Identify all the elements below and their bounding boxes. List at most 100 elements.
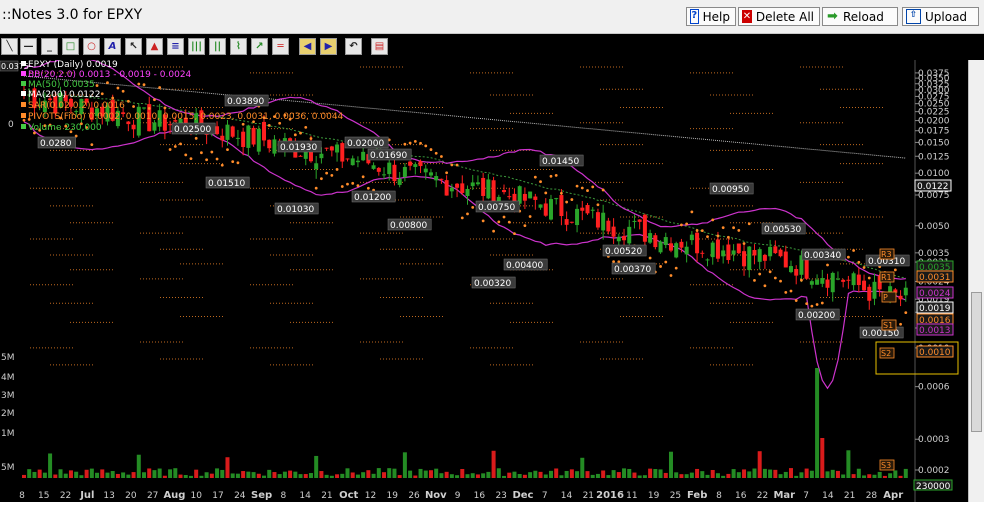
volume-bar <box>298 474 303 478</box>
circle-tool-icon[interactable]: ○ <box>83 38 100 55</box>
candle-body <box>335 144 340 153</box>
vertical-scrollbar[interactable] <box>968 60 984 502</box>
bars-tool-2-icon[interactable]: || <box>209 38 226 55</box>
pivot-label: S3 <box>881 461 891 470</box>
sar-dot <box>753 278 756 282</box>
sar-dot <box>22 118 26 122</box>
candle-body <box>220 135 225 141</box>
sar-dot <box>549 174 553 178</box>
volume-bar <box>846 450 851 478</box>
volume-bar <box>689 472 694 478</box>
sar-dot <box>267 124 271 127</box>
scrollbar-thumb[interactable] <box>971 292 982 432</box>
reload-button[interactable]: ➡ Reload <box>822 7 898 26</box>
up-arrow-tool-icon[interactable]: ▲ <box>146 38 163 55</box>
sar-dot <box>226 148 229 151</box>
undo-tool-icon[interactable]: ↶ <box>345 38 362 55</box>
x-tick-label: 8 <box>19 491 25 501</box>
sar-dot <box>492 229 495 233</box>
x-tick-label: 21 <box>583 491 594 501</box>
sar-dot <box>440 155 443 158</box>
candle-body <box>246 125 251 148</box>
sar-dot <box>100 92 104 96</box>
sar-dot <box>116 86 120 90</box>
candle-body <box>465 188 470 197</box>
sar-dot <box>340 185 344 188</box>
x-tick-label: 24 <box>234 491 246 501</box>
title-bar: ::Notes 3.0 for EPXY ? Help ✕ Delete All ➡… <box>0 0 984 34</box>
x-tick-label: Jul <box>79 490 94 501</box>
menu-tool-icon[interactable]: ▤ <box>371 38 388 55</box>
candle-body <box>428 172 433 176</box>
sar-dot <box>554 173 558 177</box>
x-tick-label: Feb <box>687 490 707 501</box>
sar-dot <box>580 186 584 190</box>
annotation-label: 0.00750 <box>478 203 515 213</box>
volume-bar <box>428 470 433 478</box>
volume-bar <box>757 451 762 478</box>
volume-bar <box>308 473 313 478</box>
volume-bar <box>319 471 324 478</box>
annotation-label: 0.00400 <box>506 261 543 271</box>
volume-bar <box>475 474 480 478</box>
candle-body <box>794 269 799 276</box>
x-tick-label: 13 <box>103 491 114 501</box>
level-tool-icon[interactable]: ↗ <box>251 38 268 55</box>
sar-dot <box>471 205 475 209</box>
sar-dot <box>763 284 767 288</box>
volume-bar <box>95 472 100 478</box>
legend-text: SAR(0.02,0.2) 0.0016 <box>28 101 125 111</box>
volume-bar <box>371 473 376 478</box>
bars-tool-icon[interactable]: ||| <box>188 38 205 55</box>
annotation-label: 0.01510 <box>208 179 245 189</box>
sar-dot <box>685 222 689 226</box>
volume-bar <box>152 470 157 478</box>
candle-body <box>689 234 694 241</box>
text-tool-icon[interactable]: A <box>104 38 121 55</box>
lines-tool-icon[interactable]: ≡ <box>167 38 184 55</box>
sar-dot <box>523 224 527 227</box>
candle-body <box>856 274 861 286</box>
arrow-left-tool-icon[interactable]: ◀ <box>299 38 316 55</box>
sar-dot <box>507 220 511 224</box>
horizontal-line-tool-icon[interactable]: — <box>20 38 37 55</box>
line-tool-icon[interactable]: ╲ <box>1 38 18 55</box>
chart-area[interactable]: 0.0375 0.0350 0.0325 0.0300 0.0275 0.0250 0.02… <box>0 56 984 502</box>
sar-dot <box>408 141 412 145</box>
sar-dot <box>434 151 438 155</box>
rectangle-tool-icon[interactable]: □ <box>62 38 79 55</box>
arrow-right-tool-icon[interactable]: ▶ <box>320 38 337 55</box>
volume-bar <box>293 471 298 478</box>
volume-bar <box>402 452 407 478</box>
candle-body <box>272 139 277 154</box>
volume-bar <box>778 474 783 478</box>
annotation-label: 0.00150 <box>862 329 899 339</box>
x-tick-label: 19 <box>387 491 399 501</box>
volume-bar <box>679 474 684 478</box>
sar-dot <box>126 99 130 103</box>
sar-dot <box>716 234 720 238</box>
candle-body <box>898 295 903 300</box>
help-button[interactable]: ? Help <box>686 7 736 26</box>
channel-tool-icon[interactable]: ═ <box>272 38 289 55</box>
candle-body <box>298 155 303 157</box>
underline-tool-icon[interactable]: _ <box>41 38 58 55</box>
candle-body <box>522 193 527 201</box>
upload-button[interactable]: ⇧ Upload <box>902 7 979 26</box>
candle-body <box>408 161 413 166</box>
x-tick-label: Dec <box>512 490 533 501</box>
volume-bar <box>42 472 47 478</box>
candle-body <box>815 279 820 285</box>
volume-bar <box>627 468 632 478</box>
delete-all-button[interactable]: ✕ Delete All <box>738 7 820 26</box>
cursor-arrow-tool-icon[interactable]: ↖ <box>125 38 142 55</box>
sar-dot <box>560 191 563 195</box>
candle-body <box>131 124 136 130</box>
x-tick-label: 25 <box>670 491 681 501</box>
x-tick-label: 14 <box>299 491 311 501</box>
candle-body <box>392 164 397 182</box>
candle-body <box>684 246 689 255</box>
left-price-label: 0 <box>8 120 14 130</box>
zigzag-tool-icon[interactable]: ⌇ <box>230 38 247 55</box>
candle-body <box>653 235 658 248</box>
